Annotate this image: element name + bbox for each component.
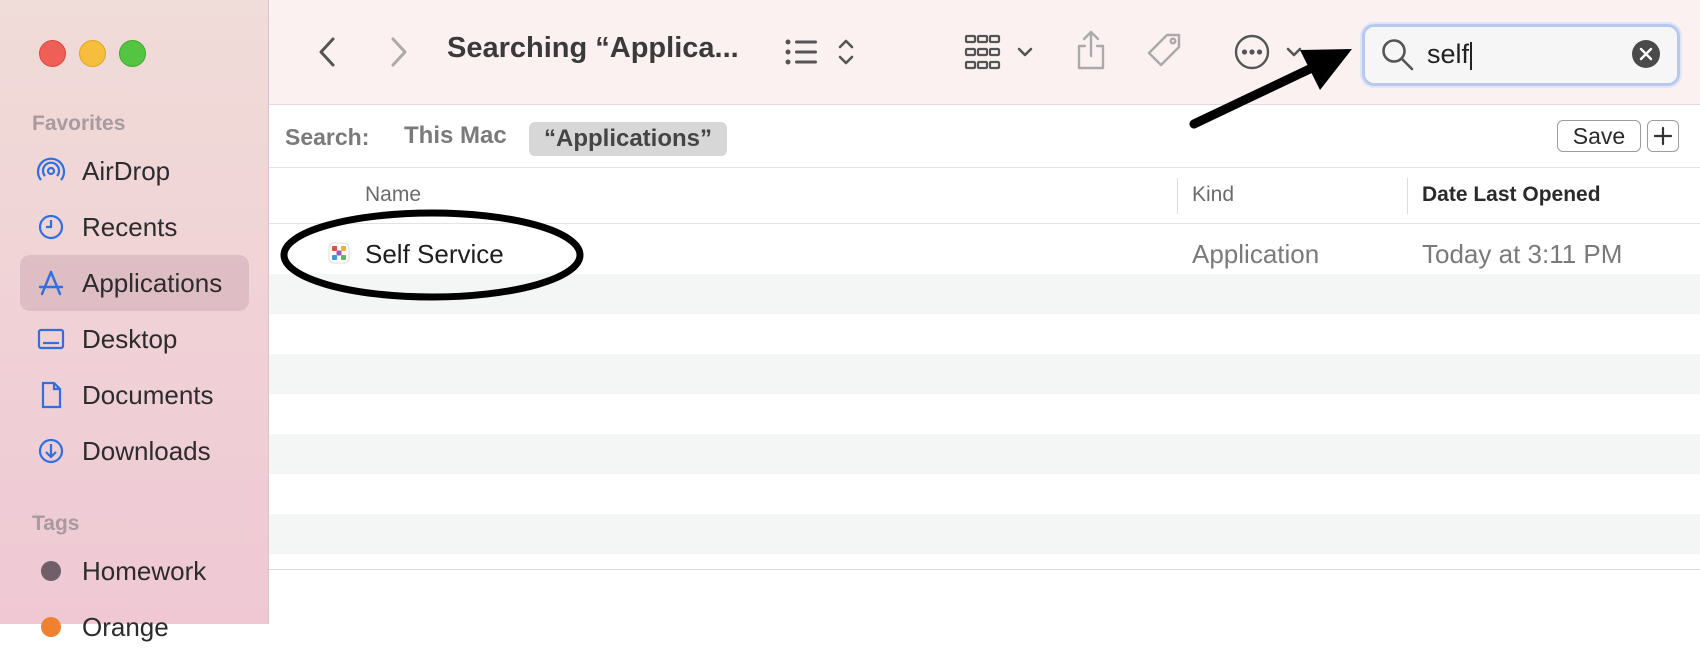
row-date-last-opened: Today at 3:11 PM	[1422, 239, 1623, 269]
search-input[interactable]: self	[1427, 39, 1473, 70]
self-service-app-icon	[327, 241, 351, 270]
airdrop-icon	[36, 156, 66, 186]
row-name: Self Service	[365, 239, 504, 269]
clear-x-icon	[1639, 47, 1653, 61]
sidebar-item-documents[interactable]: Documents	[20, 367, 249, 423]
zoom-window-button[interactable]	[119, 40, 146, 67]
search-scope-label: Search:	[285, 124, 370, 150]
sidebar-tag-label: Orange	[82, 611, 169, 642]
share-button[interactable]	[1073, 28, 1109, 72]
sidebar-tag-orange[interactable]: Orange	[20, 599, 249, 655]
column-separator[interactable]	[1407, 178, 1408, 214]
document-icon	[36, 380, 66, 410]
sidebar-item-applications[interactable]: Applications	[20, 255, 249, 311]
empty-row	[269, 514, 1700, 554]
tags-section-title: Tags	[32, 512, 80, 535]
close-window-button[interactable]	[39, 40, 66, 67]
sidebar-item-label: AirDrop	[82, 155, 171, 186]
forward-chevron-icon	[391, 37, 407, 67]
sidebar-item-label: Documents	[82, 379, 214, 410]
icon-grid-icon	[964, 34, 1033, 70]
favorites-section-title: Favorites	[32, 112, 126, 135]
plus-icon	[1653, 126, 1673, 146]
scope-option-applications[interactable]: “Applications”	[529, 122, 728, 156]
sidebar-item-label: Desktop	[82, 323, 178, 354]
empty-row	[269, 394, 1700, 434]
save-search-button[interactable]: Save	[1557, 120, 1641, 152]
text-caret	[1470, 41, 1473, 70]
tag-color-dot	[41, 561, 61, 581]
empty-row	[269, 434, 1700, 474]
column-header-date-last-opened[interactable]: Date Last Opened	[1422, 183, 1601, 207]
sidebar-item-downloads[interactable]: Downloads	[20, 423, 249, 479]
tag-icon	[1147, 33, 1181, 67]
clock-icon	[36, 212, 66, 242]
back-button[interactable]	[310, 32, 346, 72]
column-header-kind[interactable]: Kind	[1192, 183, 1234, 207]
list-view-icon	[785, 39, 854, 65]
window-title: Searching “Applica...	[447, 32, 739, 64]
add-criteria-button[interactable]	[1647, 120, 1679, 152]
empty-row	[269, 474, 1700, 514]
back-chevron-icon	[319, 37, 335, 67]
file-list: Self Service Application Today at 3:11 P…	[269, 224, 1700, 554]
row-kind: Application	[1192, 239, 1320, 269]
column-header-name[interactable]: Name	[365, 183, 421, 207]
sidebar-tag-homework[interactable]: Homework	[20, 543, 249, 599]
list-view-button[interactable]	[782, 34, 862, 70]
sidebar-item-recents[interactable]: Recents	[20, 199, 249, 255]
magnifier-icon	[1379, 36, 1415, 77]
icon-grid-view-button[interactable]	[963, 32, 1039, 72]
scope-option-this-mac[interactable]: This Mac	[404, 122, 507, 150]
search-scope-bar: Search: This Mac “Applications” Save	[269, 105, 1700, 168]
sidebar-tag-label: Homework	[82, 555, 207, 586]
sidebar: Favorites AirDrop Recents Applications D…	[0, 0, 269, 642]
download-icon	[36, 436, 66, 466]
table-row[interactable]: Self Service Application Today at 3:11 P…	[269, 224, 1700, 274]
empty-row	[269, 274, 1700, 314]
more-actions-icon	[1234, 34, 1302, 70]
sidebar-item-desktop[interactable]: Desktop	[20, 311, 249, 367]
list-bottom-border	[269, 569, 1700, 570]
sidebar-item-label: Recents	[82, 211, 178, 242]
search-field[interactable]: self	[1362, 24, 1680, 86]
applications-icon	[36, 268, 66, 298]
tag-button[interactable]	[1145, 30, 1185, 72]
column-separator[interactable]	[1177, 178, 1178, 214]
sidebar-item-label: Applications	[82, 267, 223, 298]
sidebar-item-label: Downloads	[82, 435, 211, 466]
share-icon	[1077, 30, 1105, 70]
empty-row	[269, 354, 1700, 394]
sidebar-item-airdrop[interactable]: AirDrop	[20, 143, 249, 199]
minimize-window-button[interactable]	[79, 40, 106, 67]
forward-button[interactable]	[380, 32, 416, 72]
desktop-icon	[36, 324, 66, 354]
search-input-value: self	[1427, 39, 1470, 69]
empty-row	[269, 314, 1700, 354]
tag-color-dot	[41, 617, 61, 637]
more-actions-button[interactable]	[1233, 32, 1309, 72]
column-header-row: Name Kind Date Last Opened	[269, 168, 1700, 224]
clear-search-button[interactable]	[1632, 40, 1660, 68]
